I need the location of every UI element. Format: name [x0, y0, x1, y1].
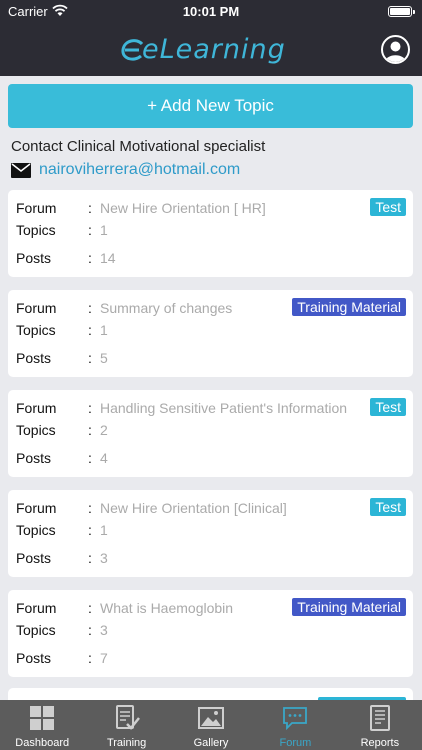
topics-label: Topics — [16, 222, 56, 238]
colon-separator: : — [88, 400, 92, 416]
colon-separator: : — [88, 222, 92, 238]
topics-value: 1 — [100, 222, 108, 238]
posts-value: 3 — [100, 550, 108, 566]
forum-type-badge: Training Material — [292, 598, 406, 616]
posts-label: Posts — [16, 550, 52, 566]
gallery-icon — [198, 707, 225, 729]
forum-type-badge: Test — [370, 198, 406, 216]
topics-label: Topics — [16, 322, 56, 338]
posts-label: Posts — [16, 250, 52, 266]
colon-separator: : — [88, 550, 92, 566]
tab-gallery[interactable]: Gallery — [169, 700, 253, 750]
tab-dashboard[interactable]: Dashboard — [0, 700, 84, 750]
forum-label: Forum — [16, 300, 57, 316]
colon-separator: : — [88, 600, 92, 616]
colon-separator: : — [88, 450, 92, 466]
colon-separator: : — [88, 322, 92, 338]
topics-value: 3 — [100, 622, 108, 638]
forum-type-badge: Test — [370, 498, 406, 516]
battery-icon — [388, 6, 415, 17]
nav-bar: eLearning — [0, 22, 422, 76]
posts-value: 4 — [100, 450, 108, 466]
mail-icon — [11, 163, 31, 178]
forum-label: Forum — [16, 600, 57, 616]
tab-label: Dashboard — [15, 737, 70, 749]
forum-card[interactable]: Forum: New Hire Orientation [Clinical] Top… — [8, 490, 413, 577]
colon-separator: : — [88, 500, 92, 516]
status-bar: Carrier 10:01 PM — [0, 0, 422, 22]
forum-label: Forum — [16, 500, 57, 516]
tab-forum[interactable]: Forum — [253, 700, 337, 750]
topics-label: Topics — [16, 522, 56, 538]
tab-label: Reports — [360, 737, 400, 749]
posts-value: 7 — [100, 650, 108, 666]
topics-label: Topics — [16, 622, 56, 638]
posts-label: Posts — [16, 450, 52, 466]
forum-icon — [283, 707, 308, 731]
colon-separator: : — [88, 422, 92, 438]
bottom-tab-bar: Dashboard Training Gallery Forum Reports — [0, 700, 422, 750]
forum-card[interactable]: Forum: Summary of changes Topics:1 Posts:5 T… — [8, 290, 413, 377]
reports-icon — [369, 705, 390, 731]
topics-value: 1 — [100, 322, 108, 338]
add-new-topic-button[interactable]: + Add New Topic — [8, 84, 413, 128]
forum-label: Forum — [16, 400, 57, 416]
logo-text: eLearning — [142, 34, 286, 65]
colon-separator: : — [88, 200, 92, 216]
contact-label: Contact Clinical Motivational specialist — [11, 138, 266, 155]
profile-icon — [385, 41, 406, 62]
posts-label: Posts — [16, 650, 52, 666]
tab-reports[interactable]: Reports — [338, 700, 422, 750]
topics-value: 2 — [100, 422, 108, 438]
colon-separator: : — [88, 350, 92, 366]
colon-separator: : — [88, 250, 92, 266]
posts-label: Posts — [16, 350, 52, 366]
contact-email-link[interactable]: nairoviherrera@hotmail.com — [39, 161, 240, 179]
posts-value: 14 — [100, 250, 116, 266]
forum-value: What is Haemoglobin — [100, 600, 234, 616]
topics-value: 1 — [100, 522, 108, 538]
forum-value: Summary of changes — [100, 300, 233, 316]
forum-card[interactable]: Forum: What is Haemoglobin Topics:3 Posts:7… — [8, 590, 413, 677]
forum-card[interactable]: Forum: Handling Sensitive Patient's Infor… — [8, 390, 413, 477]
forum-value: New Hire Orientation [Clinical] — [100, 500, 287, 516]
tab-training[interactable]: Training — [84, 700, 168, 750]
colon-separator: : — [88, 650, 92, 666]
tab-label: Training — [106, 737, 147, 749]
forum-label: Forum — [16, 200, 57, 216]
tab-label: Forum — [279, 737, 312, 749]
profile-button[interactable] — [381, 35, 410, 64]
app-logo: eLearning — [120, 34, 302, 66]
forum-value: Handling Sensitive Patient's Information — [100, 400, 348, 416]
topics-label: Topics — [16, 422, 56, 438]
dashboard-icon — [30, 706, 55, 730]
tab-label: Gallery — [193, 737, 229, 749]
clock: 10:01 PM — [182, 4, 240, 19]
forum-type-badge: Training Material — [292, 298, 406, 316]
colon-separator: : — [88, 522, 92, 538]
colon-separator: : — [88, 622, 92, 638]
posts-value: 5 — [100, 350, 108, 366]
colon-separator: : — [88, 300, 92, 316]
forum-type-badge: Test — [370, 398, 406, 416]
forum-value: New Hire Orientation [ HR] — [100, 200, 266, 216]
training-icon — [115, 705, 140, 730]
forum-card[interactable]: Forum: New Hire Orientation [ HR] Topics:1… — [8, 190, 413, 277]
